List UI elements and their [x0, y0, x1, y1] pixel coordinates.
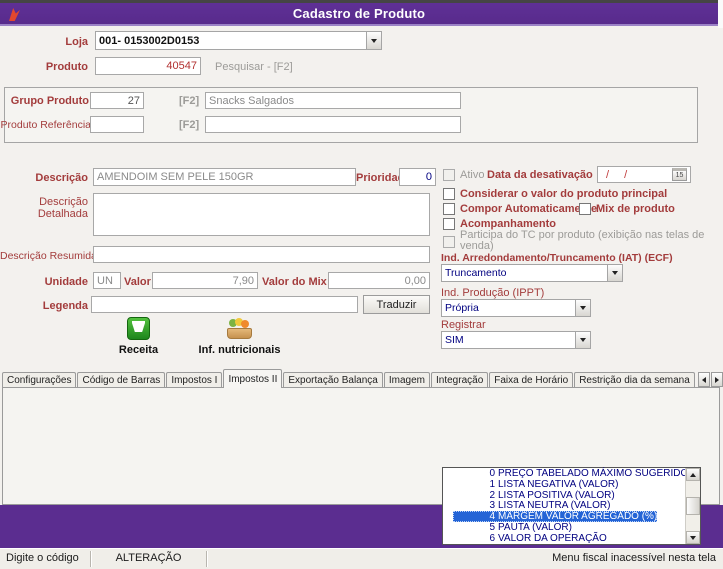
dropdown-options: 0 PREÇO TABELADO MÁXIMO SUGERIDO 1 LISTA N…	[443, 468, 688, 544]
participa-tc-checkbox[interactable]	[443, 236, 455, 248]
referencia-f2-hint: [F2]	[179, 119, 200, 131]
grupo-produto-groupbox: Grupo Produto 27 [F2] Snacks Salgados Pr…	[1, 87, 698, 143]
tab-restricao-dia-semana[interactable]: Restrição dia da semana	[574, 372, 695, 388]
descricao-resumida-input[interactable]	[93, 246, 430, 263]
tab-faixa-de-horario[interactable]: Faixa de Horário	[489, 372, 574, 388]
window-title: Cadastro de Produto	[292, 6, 426, 21]
valor-do-mix-input[interactable]: 0,00	[328, 272, 430, 289]
iat-value: Truncamento	[445, 267, 507, 279]
considerar-label: Considerar o valor do produto principal	[460, 188, 668, 200]
ippt-label: Ind. Produção (IPPT)	[441, 287, 545, 299]
scroll-down-icon[interactable]	[686, 531, 700, 544]
produto-referencia-label: Produto Referência	[0, 119, 91, 131]
ippt-value: Própria	[445, 302, 479, 314]
dropdown-option-4-selected[interactable]: 4 MARGEM VALOR AGREGADO (%)	[443, 511, 685, 522]
descricao-resumida-label: Descrição Resumida	[0, 250, 97, 262]
compor-label: Compor Automaticamente	[460, 203, 598, 215]
status-mode: ALTERAÇÃO	[115, 552, 182, 564]
registrar-dropdown-arrow-icon[interactable]	[575, 332, 590, 348]
status-divider	[90, 551, 91, 567]
titlebar: Cadastro de Produto	[0, 3, 718, 26]
data-desativacao-input[interactable]: / / 15	[597, 166, 691, 183]
inf-nutricionais-icon[interactable]	[226, 318, 253, 339]
grupo-f2-hint: [F2]	[179, 95, 200, 107]
calendar-icon[interactable]: 15	[672, 168, 687, 181]
tab-configuracoes[interactable]: Configurações	[2, 372, 77, 388]
tab-strip: Configurações Código de Barras Impostos …	[2, 369, 696, 388]
dropdown-option-5[interactable]: 5 PAUTA (VALOR)	[443, 522, 685, 533]
status-bar: Digite o código ALTERAÇÃO Menu fiscal in…	[0, 548, 723, 569]
status-right-message: Menu fiscal inacessível nesta tela	[552, 552, 716, 564]
tab-impostos-i[interactable]: Impostos I	[166, 372, 223, 388]
modalidade-bc-icms-st-dropdown-list: 0 PREÇO TABELADO MÁXIMO SUGERIDO 1 LISTA N…	[442, 467, 701, 545]
acompanhamento-checkbox[interactable]	[443, 218, 455, 230]
status-divider	[206, 551, 207, 567]
valor-label: Valor	[124, 276, 151, 288]
descricao-detalhada-label: Descrição Detalhada	[37, 196, 88, 220]
valor-do-mix-label: Valor do Mix	[262, 276, 327, 288]
legenda-input[interactable]	[91, 296, 358, 313]
iat-dropdown-arrow-icon[interactable]	[607, 265, 622, 281]
tab-imagem[interactable]: Imagem	[383, 372, 430, 388]
data-desativacao-value: / /	[606, 168, 634, 181]
traduzir-button[interactable]: Traduzir	[363, 295, 430, 314]
iat-select[interactable]: Truncamento	[441, 264, 623, 282]
iat-label: Ind. Arredondamento/Truncamento (IAT) (E…	[441, 252, 673, 264]
mix-produto-checkbox[interactable]	[579, 203, 591, 215]
tab-impostos-ii[interactable]: Impostos II	[223, 369, 283, 388]
descricao-input[interactable]: AMENDOIM SEM PELE 150GR	[93, 168, 356, 186]
loja-select[interactable]: 001- 0153002D0153	[95, 31, 382, 50]
data-desativacao-label: Data da desativação	[487, 169, 593, 181]
grupo-produto-code-input[interactable]: 27	[90, 92, 144, 109]
grupo-produto-nome-input[interactable]: Snacks Salgados	[205, 92, 461, 109]
registrar-label: Registrar	[441, 319, 486, 331]
status-hint: Digite o código	[6, 552, 79, 564]
considerar-checkbox[interactable]	[443, 188, 455, 200]
dropdown-scrollbar[interactable]	[685, 468, 700, 544]
dropdown-option-0[interactable]: 0 PREÇO TABELADO MÁXIMO SUGERIDO	[443, 468, 688, 479]
participa-tc-label: Participa do TC por produto (exibição na…	[460, 229, 705, 252]
legenda-label: Legenda	[42, 300, 88, 312]
app-window: Cadastro de Produto Loja 001- 0153002D01…	[0, 0, 723, 569]
produto-referencia-nome-input[interactable]	[205, 116, 461, 133]
compor-checkbox[interactable]	[443, 203, 455, 215]
tab-codigo-de-barras[interactable]: Código de Barras	[77, 372, 166, 388]
tab-scroll-right-button[interactable]	[711, 372, 723, 387]
dropdown-option-1[interactable]: 1 LISTA NEGATIVA (VALOR)	[443, 479, 685, 490]
valor-input[interactable]: 7,90	[152, 272, 258, 289]
grupo-produto-label: Grupo Produto	[10, 95, 89, 107]
ippt-select[interactable]: Própria	[441, 299, 591, 317]
pesquisar-hint: Pesquisar - [F2]	[215, 61, 293, 73]
dropdown-option-6[interactable]: 6 VALOR DA OPERAÇÃO	[443, 533, 685, 544]
produto-label: Produto	[45, 61, 88, 73]
scrollbar-thumb[interactable]	[686, 497, 700, 515]
tab-exportacao-balanca[interactable]: Exportação Balança	[283, 372, 383, 388]
descricao-detalhada-textarea[interactable]	[93, 193, 430, 236]
titlebar-right-gap	[718, 0, 723, 28]
produto-referencia-code-input[interactable]	[90, 116, 144, 133]
receita-icon[interactable]	[127, 317, 150, 340]
mix-produto-label: Mix de produto	[596, 203, 675, 215]
prioridade-input[interactable]: 0	[399, 168, 436, 186]
dropdown-option-2[interactable]: 2 LISTA POSITIVA (VALOR)	[443, 490, 685, 501]
produto-code-input[interactable]: 40547	[95, 57, 201, 75]
registrar-select[interactable]: SIM	[441, 331, 591, 349]
tab-integracao[interactable]: Integração	[431, 372, 489, 388]
loja-value: 001- 0153002D0153	[99, 34, 200, 47]
dropdown-option-3[interactable]: 3 LISTA NEUTRA (VALOR)	[443, 500, 685, 511]
inf-nutricionais-label: Inf. nutricionais	[198, 344, 281, 356]
loja-label: Loja	[65, 36, 88, 48]
ativo-checkbox[interactable]	[443, 169, 455, 181]
receita-label: Receita	[118, 344, 159, 356]
ippt-dropdown-arrow-icon[interactable]	[575, 300, 590, 316]
ativo-label: Ativo	[460, 169, 485, 181]
unidade-input[interactable]: UN	[93, 272, 121, 289]
registrar-value: SIM	[445, 334, 464, 346]
unidade-label: Unidade	[44, 276, 88, 288]
tab-scroll-left-button[interactable]	[698, 372, 710, 387]
descricao-label: Descrição	[35, 172, 88, 184]
scroll-up-icon[interactable]	[686, 468, 700, 481]
loja-dropdown-arrow-icon[interactable]	[366, 32, 381, 49]
